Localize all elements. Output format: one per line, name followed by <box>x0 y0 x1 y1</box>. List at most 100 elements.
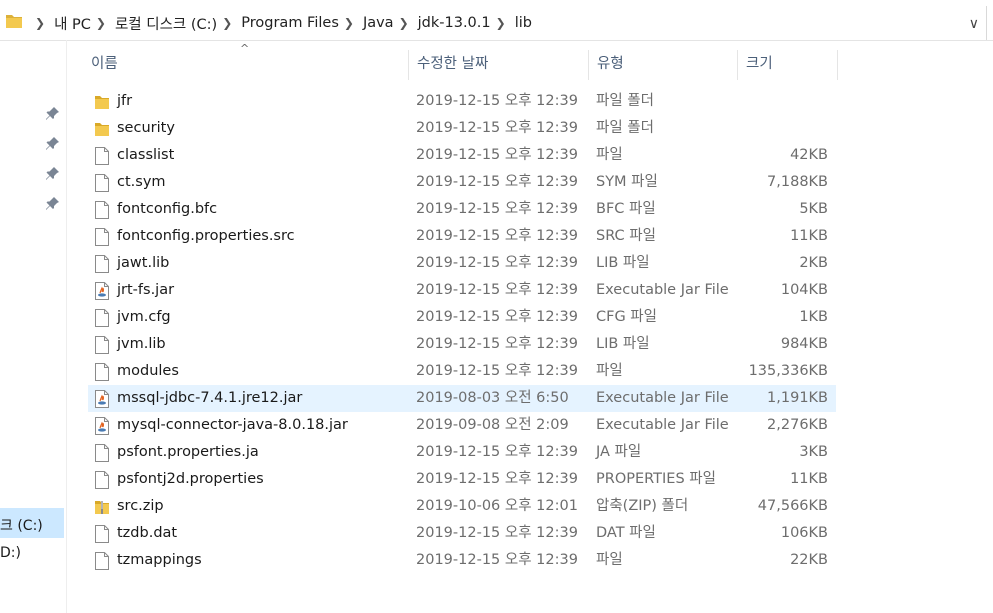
file-row[interactable]: modules 2019-12-15 오후 12:39 파일 135,336KB <box>88 358 836 385</box>
file-icon <box>94 363 110 381</box>
file-name: modules <box>117 363 179 379</box>
column-header-type[interactable]: 유형 <box>597 46 624 82</box>
breadcrumb-item[interactable]: Java <box>363 15 394 31</box>
file-size: 984KB <box>780 336 828 352</box>
column-header-name[interactable]: 이름 <box>91 46 118 82</box>
nav-item-local-disk-c[interactable]: 크 (C:) <box>0 515 43 535</box>
file-date-modified: 2019-08-03 오전 6:50 <box>416 390 569 406</box>
file-row[interactable]: tzmappings 2019-12-15 오후 12:39 파일 22KB <box>88 547 836 574</box>
chevron-right-icon[interactable]: ❯ <box>344 16 354 30</box>
file-date-modified: 2019-12-15 오후 12:39 <box>416 147 578 163</box>
file-type: BFC 파일 <box>596 201 656 217</box>
folder-icon <box>6 15 22 28</box>
file-name: jawt.lib <box>117 255 170 271</box>
column-header-date[interactable]: 수정한 날짜 <box>417 46 488 82</box>
column-headers: ^ 이름 수정한 날짜 유형 크기 <box>66 42 846 86</box>
column-divider[interactable] <box>588 50 589 80</box>
file-type: LIB 파일 <box>596 336 650 352</box>
file-date-modified: 2019-12-15 오후 12:39 <box>416 363 578 379</box>
chevron-right-icon[interactable]: ❯ <box>496 16 506 30</box>
file-name: security <box>117 120 175 136</box>
file-row[interactable]: psfontj2d.properties 2019-12-15 오후 12:39 P… <box>88 466 836 493</box>
file-size: 106KB <box>780 525 828 541</box>
file-row[interactable]: tzdb.dat 2019-12-15 오후 12:39 DAT 파일 106KB <box>88 520 836 547</box>
file-date-modified: 2019-12-15 오후 12:39 <box>416 282 578 298</box>
column-divider[interactable] <box>837 50 838 80</box>
file-date-modified: 2019-12-15 오후 12:39 <box>416 552 578 568</box>
file-row[interactable]: fontconfig.bfc 2019-12-15 오후 12:39 BFC 파일 5… <box>88 196 836 223</box>
file-date-modified: 2019-12-15 오후 12:39 <box>416 93 578 109</box>
file-name: jvm.lib <box>117 336 166 352</box>
file-size: 2KB <box>799 255 828 271</box>
file-size: 5KB <box>799 201 828 217</box>
file-row[interactable]: fontconfig.properties.src 2019-12-15 오후 1… <box>88 223 836 250</box>
file-row[interactable]: classlist 2019-12-15 오후 12:39 파일 42KB <box>88 142 836 169</box>
file-list: jfr 2019-12-15 오후 12:39 파일 폴더 security 2019-… <box>88 88 836 574</box>
file-row[interactable]: security 2019-12-15 오후 12:39 파일 폴더 <box>88 115 836 142</box>
file-row[interactable]: ct.sym 2019-12-15 오후 12:39 SYM 파일 7,188KB <box>88 169 836 196</box>
file-name: jvm.cfg <box>117 309 171 325</box>
file-type: JA 파일 <box>596 444 642 460</box>
file-name: tzdb.dat <box>117 525 178 541</box>
file-icon <box>94 471 110 489</box>
folder-icon <box>94 93 110 111</box>
file-name: src.zip <box>117 498 164 514</box>
file-size: 7,188KB <box>767 174 828 190</box>
file-name: mysql-connector-java-8.0.18.jar <box>117 417 348 433</box>
chevron-right-icon[interactable]: ❯ <box>399 16 409 30</box>
file-row[interactable]: mssql-jdbc-7.4.1.jre12.jar 2019-08-03 오전 … <box>88 385 836 412</box>
chevron-right-icon[interactable]: ❯ <box>222 16 232 30</box>
file-name: mssql-jdbc-7.4.1.jre12.jar <box>117 390 303 406</box>
breadcrumb-item[interactable]: Program Files <box>241 15 339 31</box>
address-bar[interactable]: ❯ 내 PC ❯ 로컬 디스크 (C:) ❯ Program Files ❯ Java ❯ jdk… <box>0 6 993 41</box>
file-row[interactable]: jawt.lib 2019-12-15 오후 12:39 LIB 파일 2KB <box>88 250 836 277</box>
column-divider[interactable] <box>408 50 409 80</box>
pin-icon[interactable] <box>46 106 60 120</box>
file-icon <box>94 228 110 246</box>
file-name: psfont.properties.ja <box>117 444 259 460</box>
file-row[interactable]: mysql-connector-java-8.0.18.jar 2019-09-0… <box>88 412 836 439</box>
chevron-right-icon[interactable]: ❯ <box>35 16 45 30</box>
file-row[interactable]: src.zip 2019-10-06 오후 12:01 압축(ZIP) 폴더 47,5… <box>88 493 836 520</box>
file-row[interactable]: jrt-fs.jar 2019-12-15 오후 12:39 Executable … <box>88 277 836 304</box>
file-size: 1,191KB <box>767 390 828 406</box>
breadcrumb: ❯ 내 PC ❯ 로컬 디스크 (C:) ❯ Program Files ❯ Java ❯ jdk… <box>30 6 532 40</box>
pin-icon[interactable] <box>46 166 60 180</box>
zip-folder-icon <box>94 498 110 516</box>
file-date-modified: 2019-09-08 오전 2:09 <box>416 417 569 433</box>
file-type: 파일 <box>596 147 623 163</box>
file-type: Executable Jar File <box>596 390 729 406</box>
file-name: ct.sym <box>117 174 166 190</box>
nav-item-drive-d[interactable]: D:) <box>0 545 21 561</box>
chevron-right-icon[interactable]: ❯ <box>96 16 106 30</box>
column-divider[interactable] <box>737 50 738 80</box>
breadcrumb-item[interactable]: jdk-13.0.1 <box>418 15 491 31</box>
chevron-down-icon[interactable]: ∨ <box>969 16 979 32</box>
pin-icon[interactable] <box>46 136 60 150</box>
file-row[interactable]: jfr 2019-12-15 오후 12:39 파일 폴더 <box>88 88 836 115</box>
file-type: SYM 파일 <box>596 174 658 190</box>
file-size: 104KB <box>780 282 828 298</box>
file-row[interactable]: jvm.cfg 2019-12-15 오후 12:39 CFG 파일 1KB <box>88 304 836 331</box>
file-type: 파일 <box>596 552 623 568</box>
file-date-modified: 2019-12-15 오후 12:39 <box>416 336 578 352</box>
breadcrumb-item[interactable]: lib <box>515 15 532 31</box>
file-row[interactable]: jvm.lib 2019-12-15 오후 12:39 LIB 파일 984KB <box>88 331 836 358</box>
jar-icon <box>94 390 110 408</box>
file-size: 22KB <box>790 552 828 568</box>
file-size: 47,566KB <box>757 498 828 514</box>
breadcrumb-item[interactable]: 로컬 디스크 (C:) <box>115 13 217 34</box>
file-date-modified: 2019-12-15 오후 12:39 <box>416 444 578 460</box>
column-header-size[interactable]: 크기 <box>746 46 773 82</box>
file-date-modified: 2019-12-15 오후 12:39 <box>416 309 578 325</box>
breadcrumb-item[interactable]: 내 PC <box>54 13 91 34</box>
file-type: PROPERTIES 파일 <box>596 471 716 487</box>
file-icon <box>94 147 110 165</box>
file-type: 압축(ZIP) 폴더 <box>596 498 689 514</box>
file-row[interactable]: psfont.properties.ja 2019-12-15 오후 12:39 J… <box>88 439 836 466</box>
pin-icon[interactable] <box>46 196 60 210</box>
file-name: jfr <box>117 93 133 109</box>
file-size: 11KB <box>790 471 828 487</box>
file-date-modified: 2019-12-15 오후 12:39 <box>416 120 578 136</box>
file-date-modified: 2019-12-15 오후 12:39 <box>416 201 578 217</box>
